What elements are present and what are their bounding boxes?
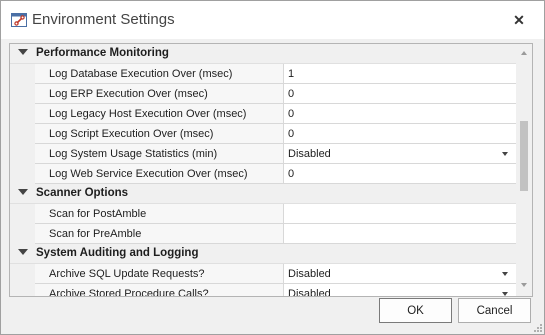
category-row[interactable]: Performance Monitoring — [10, 44, 516, 64]
property-value-field[interactable]: 0 — [283, 124, 516, 144]
property-name-cell[interactable]: Log Web Service Execution Over (msec) — [35, 164, 283, 184]
row-gutter — [10, 144, 35, 164]
property-row: Scan for PreAmble — [10, 224, 516, 244]
chevron-down-icon[interactable] — [502, 272, 508, 276]
close-button[interactable]: ✕ — [502, 7, 536, 33]
category-label: Performance Monitoring — [36, 47, 169, 59]
scroll-up-icon[interactable] — [521, 51, 527, 55]
property-name: Log Legacy Host Execution Over (msec) — [49, 108, 247, 120]
property-name: Scan for PostAmble — [49, 208, 147, 220]
property-row: Log Web Service Execution Over (msec) 0 — [10, 164, 516, 184]
property-value-field[interactable]: 0 — [283, 84, 516, 104]
property-name-cell[interactable]: Scan for PreAmble — [35, 224, 283, 244]
property-name-cell[interactable]: Log ERP Execution Over (msec) — [35, 84, 283, 104]
property-value-field[interactable] — [283, 224, 516, 244]
property-row: Log Script Execution Over (msec) 0 — [10, 124, 516, 144]
property-name: Scan for PreAmble — [49, 228, 142, 240]
property-value-field[interactable]: 1 — [283, 64, 516, 84]
settings-window-icon — [11, 13, 27, 27]
row-gutter — [10, 64, 35, 84]
category-row[interactable]: System Auditing and Logging — [10, 244, 516, 264]
property-name-cell[interactable]: Log System Usage Statistics (min) — [35, 144, 283, 164]
property-name-cell[interactable]: Log Script Execution Over (msec) — [35, 124, 283, 144]
property-value-field[interactable]: 0 — [283, 164, 516, 184]
chevron-down-icon[interactable] — [502, 292, 508, 296]
cancel-button[interactable]: Cancel — [458, 298, 531, 323]
property-row: Log Legacy Host Execution Over (msec) 0 — [10, 104, 516, 124]
row-gutter — [10, 104, 35, 124]
property-value-dropdown[interactable]: Disabled — [283, 264, 516, 284]
collapse-arrow-icon[interactable] — [18, 249, 28, 255]
property-value-field[interactable] — [283, 204, 516, 224]
property-row: Log System Usage Statistics (min) Disable… — [10, 144, 516, 164]
row-gutter — [10, 164, 35, 184]
property-value: 0 — [288, 88, 295, 100]
row-gutter — [10, 284, 35, 296]
collapse-arrow-icon[interactable] — [18, 49, 28, 55]
scroll-thumb[interactable] — [520, 121, 528, 191]
property-name: Log Script Execution Over (msec) — [49, 128, 214, 140]
property-value: Disabled — [288, 268, 331, 280]
property-row: Archive Stored Procedure Calls? Disabled — [10, 284, 516, 297]
property-name: Log ERP Execution Over (msec) — [49, 88, 208, 100]
row-gutter — [10, 124, 35, 144]
ok-button[interactable]: OK — [379, 298, 452, 323]
category-label: System Auditing and Logging — [36, 247, 199, 259]
property-value: 0 — [288, 168, 295, 180]
property-name: Log Web Service Execution Over (msec) — [49, 168, 248, 180]
chevron-down-icon[interactable] — [502, 152, 508, 156]
property-rows: Performance Monitoring Log Database Execu… — [10, 44, 516, 297]
row-gutter — [10, 84, 35, 104]
property-value: 0 — [288, 128, 295, 140]
category-row[interactable]: Scanner Options — [10, 184, 516, 204]
property-value: Disabled — [288, 288, 331, 297]
property-value: Disabled — [288, 148, 331, 160]
property-name-cell[interactable]: Log Legacy Host Execution Over (msec) — [35, 104, 283, 124]
resize-grip-icon[interactable] — [534, 324, 542, 332]
property-name-cell[interactable]: Log Database Execution Over (msec) — [35, 64, 283, 84]
property-name: Log Database Execution Over (msec) — [49, 68, 233, 80]
collapse-arrow-icon[interactable] — [18, 189, 28, 195]
property-name-cell[interactable]: Scan for PostAmble — [35, 204, 283, 224]
property-row: Scan for PostAmble — [10, 204, 516, 224]
property-name: Log System Usage Statistics (min) — [49, 148, 218, 160]
property-name-cell[interactable]: Archive SQL Update Requests? — [35, 264, 283, 284]
property-name: Archive Stored Procedure Calls? — [49, 288, 209, 297]
vertical-scrollbar[interactable] — [516, 44, 532, 296]
property-value-field[interactable]: 0 — [283, 104, 516, 124]
property-value: 0 — [288, 108, 295, 120]
property-value-dropdown[interactable]: Disabled — [283, 144, 516, 164]
row-gutter — [10, 204, 35, 224]
property-name: Archive SQL Update Requests? — [49, 268, 205, 280]
property-row: Log Database Execution Over (msec) 1 — [10, 64, 516, 84]
category-label: Scanner Options — [36, 187, 129, 199]
property-value: 1 — [288, 68, 295, 80]
close-icon: ✕ — [513, 11, 525, 28]
environment-settings-dialog: Environment Settings ✕ Performance Monit… — [0, 0, 545, 335]
title-bar: Environment Settings ✕ — [1, 1, 544, 39]
property-row: Archive SQL Update Requests? Disabled — [10, 264, 516, 284]
window-title: Environment Settings — [32, 11, 175, 28]
row-gutter — [10, 224, 35, 244]
row-gutter — [10, 264, 35, 284]
property-row: Log ERP Execution Over (msec) 0 — [10, 84, 516, 104]
property-name-cell[interactable]: Archive Stored Procedure Calls? — [35, 284, 283, 297]
property-grid: Performance Monitoring Log Database Execu… — [9, 43, 533, 297]
property-value-dropdown[interactable]: Disabled — [283, 284, 516, 297]
scroll-down-icon[interactable] — [521, 283, 527, 287]
